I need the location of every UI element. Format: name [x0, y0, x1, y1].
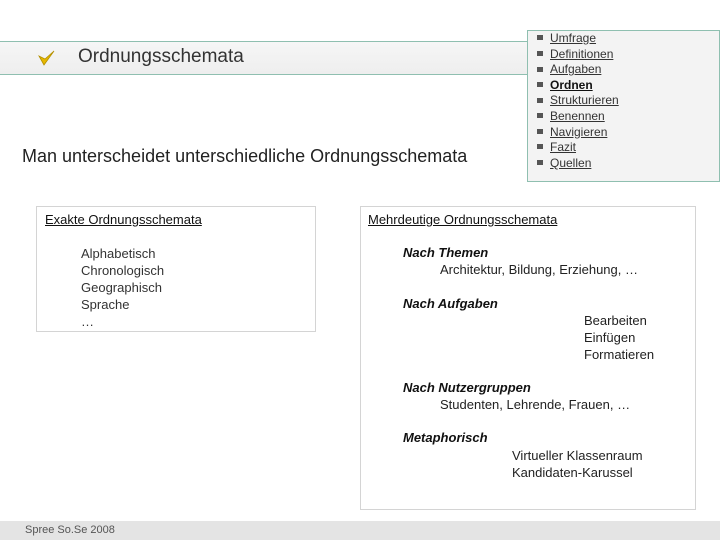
page-title: Ordnungsschemata — [78, 46, 244, 67]
nav-link-active[interactable]: Ordnen — [550, 78, 593, 92]
group-value: Formatieren — [584, 346, 655, 362]
nav-item-ordnen[interactable]: Ordnen — [537, 78, 619, 94]
bullet-icon — [537, 160, 543, 166]
nav-link[interactable]: Aufgaben — [550, 62, 601, 76]
bullet-icon — [537, 97, 543, 103]
nav-item-benennen[interactable]: Benennen — [537, 109, 619, 125]
group-title-aufgaben: Nach Aufgaben — [403, 296, 498, 311]
footer-text: Spree So.Se 2008 — [25, 524, 115, 536]
nav-item-quellen[interactable]: Quellen — [537, 156, 619, 172]
group-title-nutzergruppen: Nach Nutzergruppen — [403, 380, 531, 395]
nav-item-strukturieren[interactable]: Strukturieren — [537, 93, 619, 109]
nav-item-definitionen[interactable]: Definitionen — [537, 47, 619, 63]
list-item: Alphabetisch — [81, 246, 156, 261]
bullet-icon — [537, 82, 543, 88]
bullet-icon — [537, 113, 543, 119]
checkmark-arrow-icon — [38, 50, 55, 66]
nav-link[interactable]: Fazit — [550, 140, 576, 154]
nav-link[interactable]: Benennen — [550, 109, 605, 123]
list-item: Geographisch — [81, 280, 162, 295]
bullet-icon — [537, 35, 543, 41]
bullet-icon — [537, 128, 543, 134]
group-title-themen: Nach Themen — [403, 245, 489, 260]
list-item: … — [81, 314, 94, 329]
list-item: Sprache — [81, 297, 130, 312]
nav-link[interactable]: Navigieren — [550, 125, 607, 139]
box-heading: Exakte Ordnungsschemata — [45, 212, 202, 227]
group-title-metaphorisch: Metaphorisch — [403, 430, 488, 445]
bullet-icon — [537, 66, 543, 72]
bullet-icon — [537, 50, 543, 56]
group-value: Einfügen — [584, 329, 636, 345]
group-value: Virtueller Klassenraum — [512, 448, 643, 463]
nav-link[interactable]: Umfrage — [550, 31, 596, 45]
subtitle: Man unterscheidet unterschiedliche Ordnu… — [22, 146, 468, 166]
nav-link[interactable]: Strukturieren — [550, 93, 619, 107]
nav-item-aufgaben[interactable]: Aufgaben — [537, 62, 619, 78]
group-value: Studenten, Lehrende, Frauen, … — [440, 397, 631, 412]
group-value: Kandidaten-Karussel — [512, 464, 633, 480]
footer: Spree So.Se 2008 — [0, 521, 720, 540]
nav-panel: Umfrage Definitionen Aufgaben Ordnen Str… — [527, 30, 720, 182]
nav-link[interactable]: Definitionen — [550, 47, 613, 61]
list-item: Chronologisch — [81, 263, 165, 278]
box-heading: Mehrdeutige Ordnungsschemata — [368, 212, 558, 227]
ambiguous-schemata-box: Mehrdeutige Ordnungsschemata Nach Themen… — [360, 206, 696, 510]
nav-link[interactable]: Quellen — [550, 156, 591, 170]
group-value: Bearbeiten — [584, 313, 647, 328]
nav-list: Umfrage Definitionen Aufgaben Ordnen Str… — [537, 31, 619, 171]
nav-item-fazit[interactable]: Fazit — [537, 140, 619, 156]
nav-item-umfrage[interactable]: Umfrage — [537, 31, 619, 47]
title-bar: Ordnungsschemata — [0, 41, 540, 75]
bullet-icon — [537, 144, 543, 150]
group-value: Architektur, Bildung, Erziehung, … — [440, 262, 638, 277]
nav-item-navigieren[interactable]: Navigieren — [537, 125, 619, 141]
exact-schemata-list: Alphabetisch Chronologisch Geographisch … — [81, 245, 164, 330]
exact-schemata-box: Exakte Ordnungsschemata Alphabetisch Chr… — [36, 206, 316, 332]
